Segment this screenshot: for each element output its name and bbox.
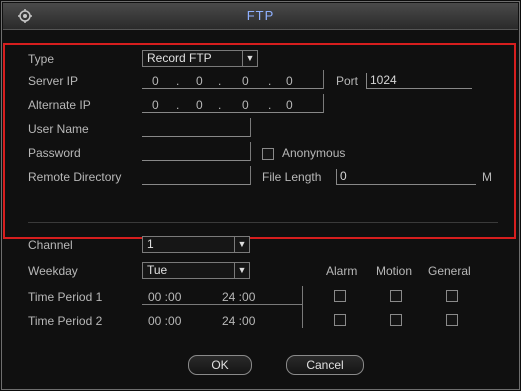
channel-label: Channel <box>28 238 73 252</box>
time-period-1-end[interactable]: 24 :00 <box>222 290 255 304</box>
chevron-down-icon: ▼ <box>234 263 249 278</box>
motion-column-label: Motion <box>376 264 413 278</box>
time-period-2-general-checkbox[interactable] <box>446 314 458 326</box>
cancel-button[interactable]: Cancel <box>286 355 364 375</box>
time-period-2-motion-checkbox[interactable] <box>390 314 402 326</box>
highlight-box <box>3 43 516 239</box>
time-period-1-start[interactable]: 00 :00 <box>148 290 181 304</box>
divider <box>142 304 302 305</box>
ok-button[interactable]: OK <box>188 355 252 375</box>
general-column-label: General <box>428 264 471 278</box>
weekday-value: Tue <box>147 263 168 277</box>
weekday-label: Weekday <box>28 264 78 278</box>
window-title: FTP <box>246 8 275 23</box>
time-period-2-label: Time Period 2 <box>28 314 103 328</box>
time-period-2-start[interactable]: 00 :00 <box>148 314 181 328</box>
time-period-2-end[interactable]: 24 :00 <box>222 314 255 328</box>
time-period-1-alarm-checkbox[interactable] <box>334 290 346 302</box>
time-period-1-general-checkbox[interactable] <box>446 290 458 302</box>
time-period-2-alarm-checkbox[interactable] <box>334 314 346 326</box>
chevron-down-icon: ▼ <box>234 237 249 252</box>
section-divider <box>28 222 498 223</box>
channel-select[interactable]: 1 ▼ <box>142 236 250 253</box>
channel-value: 1 <box>147 237 154 251</box>
weekday-select[interactable]: Tue ▼ <box>142 262 250 279</box>
alarm-column-label: Alarm <box>326 264 358 278</box>
time-period-1-motion-checkbox[interactable] <box>390 290 402 302</box>
divider <box>302 286 303 328</box>
title-bar: FTP <box>3 3 518 30</box>
time-period-1-label: Time Period 1 <box>28 290 103 304</box>
